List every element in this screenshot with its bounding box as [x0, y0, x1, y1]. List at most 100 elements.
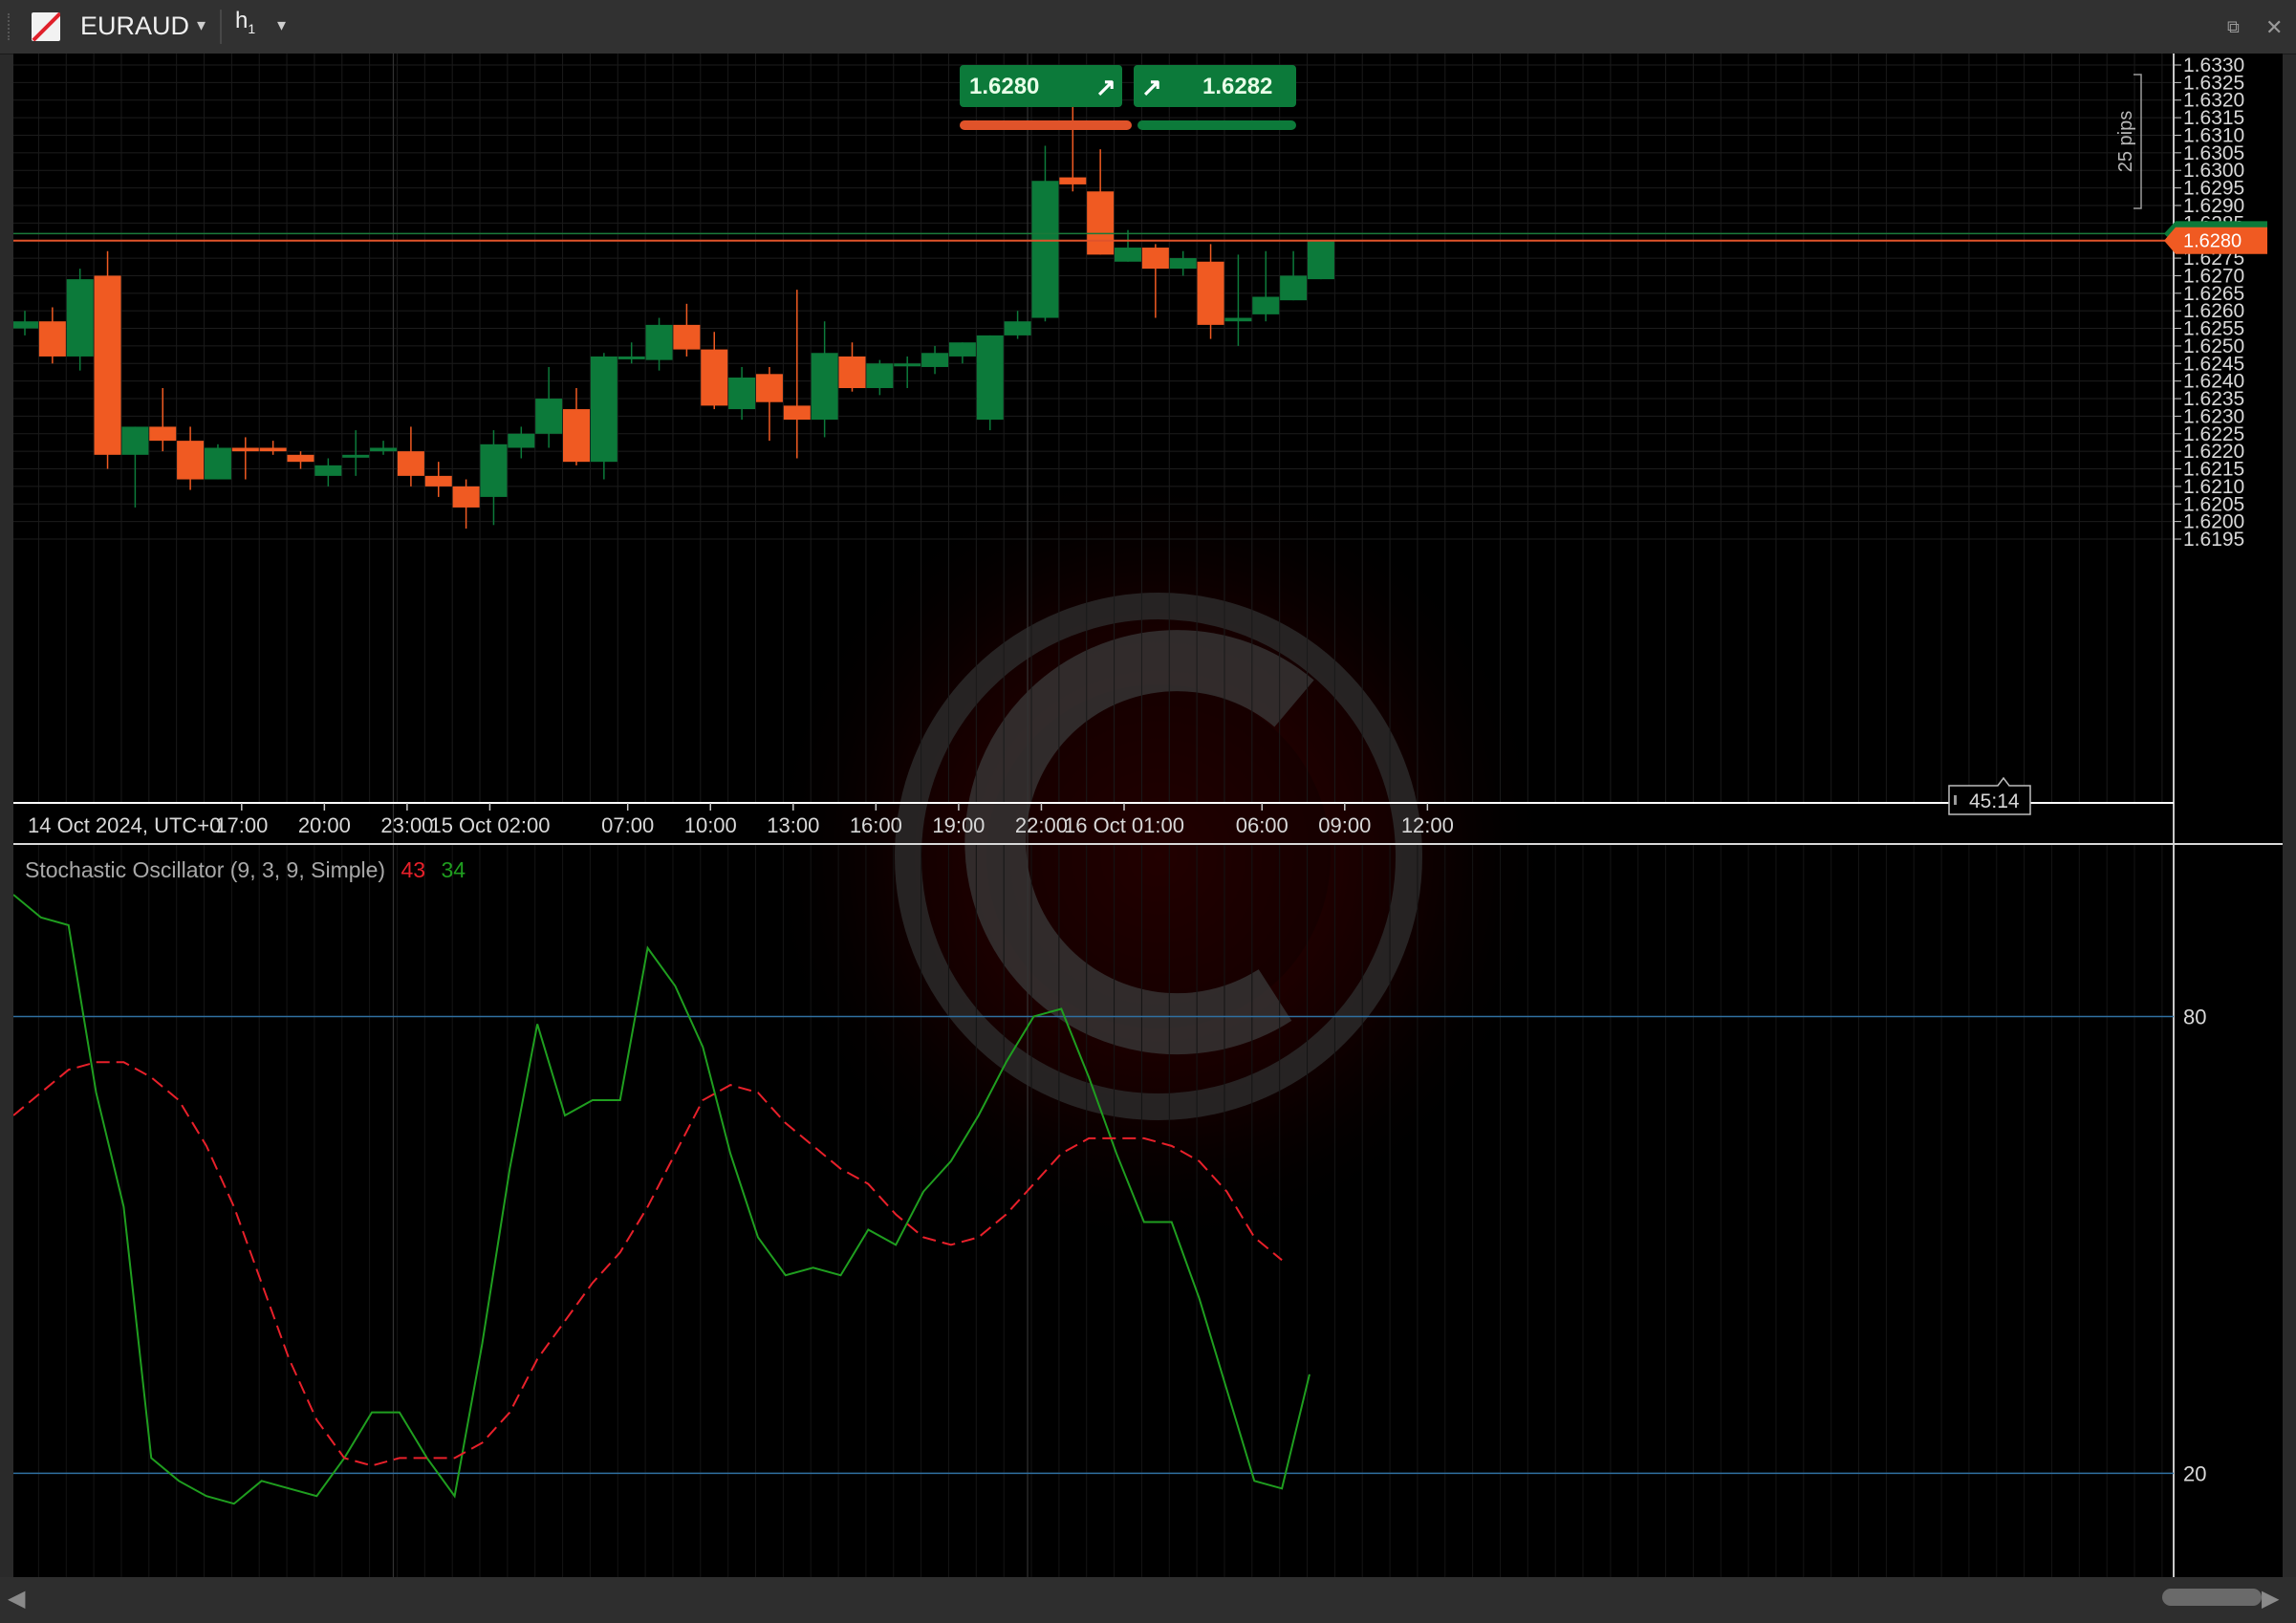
candle — [535, 366, 563, 448]
timeframe-dropdown-icon[interactable]: ▾ — [277, 15, 286, 35]
candle — [314, 458, 342, 487]
chart-canvas[interactable]: 1.63301.63251.63201.63151.63101.63051.63… — [1, 54, 2283, 1577]
timeframe-selector[interactable]: h1 — [235, 8, 255, 36]
candle-body — [204, 447, 231, 480]
scroll-thumb[interactable] — [2162, 1589, 2262, 1606]
candle — [894, 356, 921, 389]
price-axis[interactable]: 1.63301.63251.63201.63151.63101.63051.63… — [2174, 54, 2244, 551]
candle-body — [38, 321, 66, 357]
candle — [563, 388, 590, 465]
candle — [204, 444, 231, 480]
candle-body — [921, 353, 949, 367]
candle — [259, 441, 287, 455]
scroll-right-icon[interactable]: ▶ — [2262, 1585, 2279, 1612]
candle-body — [563, 409, 590, 463]
candle-body — [452, 486, 480, 508]
candle — [38, 307, 66, 364]
candle — [976, 335, 1004, 431]
candle-body — [728, 377, 756, 410]
candle — [397, 426, 424, 487]
sell-price: 1.6280 — [969, 74, 1039, 99]
indicator-title: Stochastic Oscillator (9, 3, 9, Simple) — [25, 857, 385, 882]
time-tick-label: 23:00 — [380, 813, 433, 837]
time-tick-label: 16:00 — [850, 813, 902, 837]
candle — [480, 430, 508, 526]
close-icon[interactable]: ✕ — [2265, 15, 2283, 40]
candle-body — [1224, 317, 1252, 322]
candle-body — [1141, 248, 1169, 270]
candle — [508, 426, 535, 459]
level-label-20: 20 — [2183, 1461, 2206, 1485]
candle-body — [673, 324, 701, 350]
countdown-label: 45:14 — [1969, 790, 2020, 812]
candle-body — [94, 275, 121, 455]
candle-body — [838, 356, 866, 389]
candle — [1059, 99, 1087, 192]
candle-body — [948, 342, 976, 357]
candle — [424, 462, 452, 497]
candle — [1169, 250, 1197, 276]
candle — [121, 426, 149, 508]
time-tick-label: 15 Oct 02:00 — [429, 813, 550, 837]
candle — [177, 426, 205, 490]
drag-handle[interactable] — [8, 13, 13, 40]
scroll-left-icon[interactable]: ◀ — [8, 1585, 25, 1612]
candle — [370, 441, 398, 455]
horizontal-scrollbar[interactable]: ◀ ▶ — [0, 1577, 2296, 1623]
candle-body — [508, 433, 535, 448]
candle-body — [370, 447, 398, 452]
candle-body — [1280, 275, 1308, 301]
candle-body — [149, 426, 177, 442]
ctrader-watermark-logo — [757, 455, 1560, 1258]
candle — [921, 345, 949, 375]
timeframe-label: h — [235, 8, 249, 33]
candle-body — [645, 324, 673, 360]
time-tick-label: 22:00 — [1015, 813, 1068, 837]
timeframe-multiplier: 1 — [248, 20, 256, 36]
time-tick-label: 12:00 — [1401, 813, 1454, 837]
candle-body — [314, 465, 342, 476]
time-tick-label: 20:00 — [298, 813, 351, 837]
candle — [1141, 244, 1169, 318]
indicator-legend[interactable]: Stochastic Oscillator (9, 3, 9, Simple) … — [25, 857, 466, 882]
quote-panel: 1.6280 ↗ ↗ 1.6282 — [960, 65, 1296, 130]
candle-body — [11, 321, 38, 329]
candle-body — [1252, 296, 1280, 314]
candle-body — [66, 279, 94, 357]
candle-body — [287, 454, 314, 463]
candle-body — [1197, 261, 1224, 325]
candle-body — [397, 451, 424, 476]
candle-body — [590, 356, 617, 463]
time-tick-label: 14 Oct 2024, UTC+0 — [28, 813, 221, 837]
candle — [11, 311, 38, 335]
sell-arrow-icon: ↗ — [1095, 73, 1116, 101]
candle — [590, 353, 617, 480]
chart-area[interactable]: 1.6330 1.6325 1.6320 1.6315 1.6310 1.6305 1.63… — [1, 54, 2283, 1577]
candle-body — [1031, 181, 1059, 318]
candle — [149, 388, 177, 452]
candle — [838, 342, 866, 392]
candle-body — [617, 356, 645, 359]
candle-body — [480, 444, 508, 497]
candle-body — [755, 374, 783, 402]
indicator-k-value: 43 — [401, 857, 425, 882]
candle-body — [259, 447, 287, 452]
price-tick-label: 1.6195 — [2183, 529, 2244, 551]
time-tick-label: 17:00 — [215, 813, 268, 837]
candle — [701, 332, 728, 410]
popout-icon[interactable]: ⧉ — [2227, 17, 2240, 37]
symbol-label[interactable]: EURAUD — [80, 11, 189, 41]
candle — [1087, 149, 1115, 255]
level-label-80: 80 — [2183, 1005, 2206, 1028]
chart-toolbar: EURAUD ▾ h1 ▾ ⧉ ✕ — [0, 0, 2296, 54]
candle — [1004, 311, 1031, 339]
candle — [66, 269, 94, 371]
candle-body — [535, 399, 563, 434]
symbol-dropdown-icon[interactable]: ▾ — [197, 15, 206, 35]
candle-body — [701, 349, 728, 406]
candle — [1252, 250, 1280, 322]
candle — [728, 366, 756, 421]
candle-body — [1307, 240, 1334, 280]
symbol-flag-icon — [32, 12, 60, 41]
time-tick-label: 13:00 — [767, 813, 819, 837]
